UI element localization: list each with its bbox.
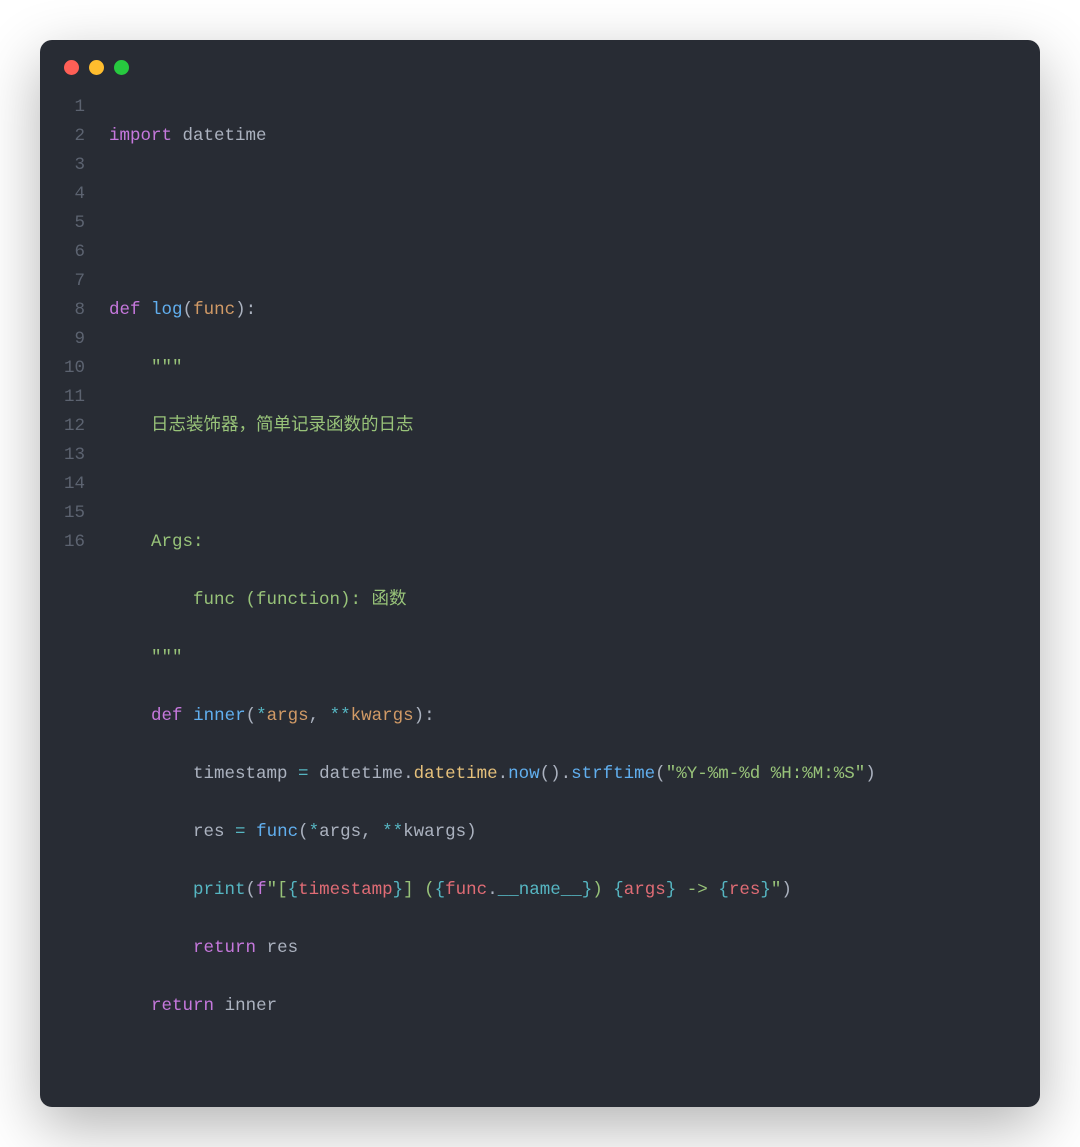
line-number: 9 (64, 325, 85, 354)
minimize-icon[interactable] (89, 60, 104, 75)
keyword-return: return (151, 996, 214, 1016)
variable: res (193, 822, 225, 842)
line-number: 16 (64, 528, 85, 557)
code-line: def log(func): (109, 296, 1016, 325)
code-line (109, 180, 1016, 209)
code-content[interactable]: import datetime def log(func): """ 日志装饰器… (109, 93, 1016, 1079)
code-line: """ (109, 644, 1016, 673)
builtin-print: print (193, 880, 246, 900)
line-number: 13 (64, 441, 85, 470)
function-name: inner (193, 706, 246, 726)
close-icon[interactable] (64, 60, 79, 75)
line-number: 1 (64, 93, 85, 122)
docstring-text: Args: (151, 532, 204, 552)
line-number: 12 (64, 412, 85, 441)
parameter: func (193, 300, 235, 320)
function-name: log (151, 300, 183, 320)
parameter: kwargs (351, 706, 414, 726)
docstring-quote: """ (151, 648, 183, 668)
keyword-return: return (193, 938, 256, 958)
code-line: import datetime (109, 122, 1016, 151)
code-line: timestamp = datetime.datetime.now().strf… (109, 760, 1016, 789)
docstring-text: func (function): 函数 (193, 590, 407, 610)
code-line (109, 238, 1016, 267)
line-number: 10 (64, 354, 85, 383)
line-number: 4 (64, 180, 85, 209)
code-line: print(f"[{timestamp}] ({func.__name__}) … (109, 876, 1016, 905)
code-line: return inner (109, 992, 1016, 1021)
line-number-gutter: 1 2 3 4 5 6 7 8 9 10 11 12 13 14 15 16 (64, 93, 109, 1079)
module-name: datetime (172, 126, 267, 146)
string-literal: "%Y-%m-%d %H:%M:%S" (666, 764, 866, 784)
docstring-text: 日志装饰器，简单记录函数的日志 (151, 416, 414, 436)
code-line (109, 470, 1016, 499)
window-titlebar (64, 60, 1016, 93)
line-number: 2 (64, 122, 85, 151)
parameter: args (267, 706, 309, 726)
code-editor[interactable]: 1 2 3 4 5 6 7 8 9 10 11 12 13 14 15 16 i… (64, 93, 1016, 1079)
keyword-def: def (109, 300, 141, 320)
code-line: def inner(*args, **kwargs): (109, 702, 1016, 731)
code-line: return res (109, 934, 1016, 963)
docstring-quote: """ (151, 358, 183, 378)
zoom-icon[interactable] (114, 60, 129, 75)
line-number: 3 (64, 151, 85, 180)
line-number: 6 (64, 238, 85, 267)
code-line: 日志装饰器，简单记录函数的日志 (109, 412, 1016, 441)
line-number: 14 (64, 470, 85, 499)
code-line: Args: (109, 528, 1016, 557)
keyword-def: def (151, 706, 183, 726)
code-line: func (function): 函数 (109, 586, 1016, 615)
code-line: res = func(*args, **kwargs) (109, 818, 1016, 847)
line-number: 11 (64, 383, 85, 412)
code-line: """ (109, 354, 1016, 383)
line-number: 8 (64, 296, 85, 325)
line-number: 5 (64, 209, 85, 238)
keyword-import: import (109, 126, 172, 146)
line-number: 7 (64, 267, 85, 296)
variable: timestamp (193, 764, 288, 784)
code-window: 1 2 3 4 5 6 7 8 9 10 11 12 13 14 15 16 i… (40, 40, 1040, 1107)
line-number: 15 (64, 499, 85, 528)
